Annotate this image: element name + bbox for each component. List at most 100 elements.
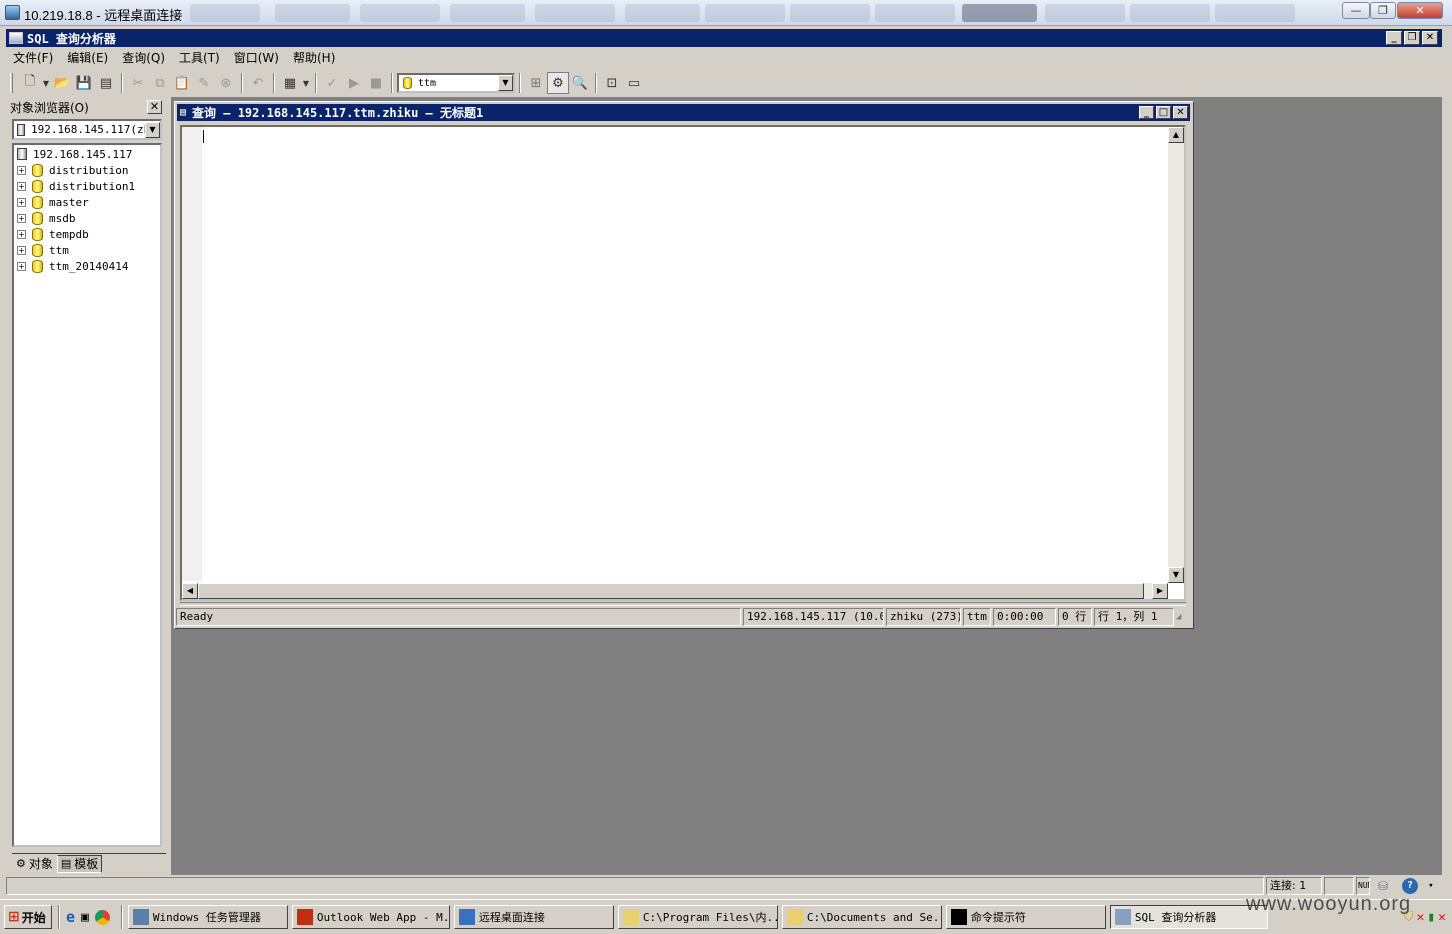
task-label: Windows 任务管理器 (152, 911, 261, 924)
find-binoculars-icon[interactable]: ⊗ (215, 72, 237, 94)
chevron-down-icon[interactable]: ▼ (498, 75, 513, 91)
chevron-down-icon[interactable]: ▼ (41, 72, 51, 94)
expand-plus-icon[interactable]: + (17, 229, 26, 239)
tree-node-label: 192.168.145.117 (33, 147, 133, 161)
expand-plus-icon[interactable]: + (17, 165, 26, 175)
undo-icon[interactable]: ↶ (247, 72, 269, 94)
object-browser-toggle-icon[interactable]: ⚙ (547, 72, 569, 94)
tree-node-database[interactable]: + distribution (17, 162, 160, 178)
database-select[interactable]: ttm ▼ (397, 73, 515, 93)
horizontal-scrollbar[interactable]: ◀ ▶ (182, 583, 1168, 599)
tree-node-database[interactable]: + distribution1 (17, 178, 160, 194)
blurred-tab-bar (875, 4, 955, 22)
save-icon[interactable]: 💾 (73, 72, 95, 94)
task-item[interactable]: Windows 任务管理器 (127, 905, 288, 929)
network-error-icon[interactable]: ✕ (1438, 910, 1446, 925)
expand-plus-icon[interactable]: + (17, 261, 26, 271)
query-editor[interactable]: ▲ ▼ ◀ ▶ (180, 125, 1186, 601)
menu-query[interactable]: 查询(Q) (115, 48, 172, 68)
templates-tab-icon: ▤ (60, 857, 72, 870)
scroll-right-icon[interactable]: ▶ (1152, 583, 1168, 599)
pane-splitter[interactable] (180, 602, 1186, 606)
server-icon (17, 148, 27, 160)
clear-window-icon[interactable]: ✎ (193, 72, 215, 94)
parse-check-icon[interactable]: ✓ (321, 72, 343, 94)
object-search-icon[interactable]: 🔍 (569, 72, 591, 94)
query-window-icon: ▤ (180, 107, 187, 118)
vertical-scrollbar[interactable]: ▲ ▼ (1168, 127, 1184, 583)
chevron-down-icon[interactable]: ▾ (1428, 881, 1433, 891)
query-minimize-button[interactable]: _ (1139, 106, 1154, 119)
scroll-down-icon[interactable]: ▼ (1168, 567, 1184, 583)
help-icon[interactable]: ? (1402, 878, 1419, 894)
rdp-minimize-button[interactable]: — (1342, 2, 1370, 19)
app-minimize-button[interactable]: _ (1386, 31, 1402, 45)
current-connection-properties-icon[interactable]: ⊡ (601, 72, 623, 94)
database-icon (32, 227, 43, 241)
menu-file[interactable]: 文件(F) (6, 48, 60, 68)
status-user: zhiku (273) (886, 608, 961, 626)
show-results-pane-icon[interactable]: ▭ (623, 72, 645, 94)
open-folder-icon[interactable]: 📂 (51, 72, 73, 94)
menu-tools[interactable]: 工具(T) (172, 48, 227, 68)
chevron-down-icon[interactable]: ▼ (301, 72, 311, 94)
task-item[interactable]: C:\Program Files\内... (617, 905, 778, 929)
rdp-restore-button[interactable]: ❐ (1370, 2, 1396, 19)
tree-node-server[interactable]: 192.168.145.117 (17, 146, 160, 162)
start-button[interactable]: ⊞ 开始 (4, 905, 52, 929)
menu-window[interactable]: 窗口(W) (227, 48, 286, 68)
menu-edit[interactable]: 编辑(E) (60, 48, 115, 68)
task-item-active[interactable]: SQL 查询分析器 (1109, 905, 1268, 929)
tab-objects[interactable]: ⚙ 对象 (12, 854, 57, 873)
network-icon[interactable]: ▮ (1427, 910, 1435, 925)
object-browser-close-icon[interactable]: ✕ (147, 100, 162, 114)
status-state: Ready (176, 608, 741, 626)
scroll-left-icon[interactable]: ◀ (182, 583, 198, 599)
chrome-icon[interactable] (94, 909, 110, 925)
scroll-thumb[interactable] (198, 583, 1144, 599)
new-query-icon[interactable]: 🗋 (19, 72, 41, 94)
show-desktop-icon[interactable]: ▣ (81, 910, 89, 925)
tree-node-database[interactable]: + msdb (17, 210, 160, 226)
menu-help[interactable]: 帮助(H) (286, 48, 342, 68)
expand-plus-icon[interactable]: + (17, 197, 26, 207)
task-item[interactable]: 命令提示符 (945, 905, 1106, 929)
tree-node-database[interactable]: + tempdb (17, 226, 160, 242)
blurred-tab-bar (705, 4, 785, 22)
copy-icon[interactable]: ⧉ (149, 72, 171, 94)
server-select[interactable]: 192.168.145.117(zhi ▼ (12, 119, 162, 140)
stop-icon[interactable]: ■ (365, 72, 387, 94)
scroll-up-icon[interactable]: ▲ (1168, 127, 1184, 143)
tab-templates[interactable]: ▤ 模板 (56, 854, 103, 873)
query-close-button[interactable]: ✕ (1173, 106, 1188, 119)
paste-icon[interactable]: 📋 (171, 72, 193, 94)
toolbar-separator (121, 73, 123, 93)
query-maximize-button[interactable]: □ (1156, 106, 1171, 119)
tree-node-database[interactable]: + master (17, 194, 160, 210)
expand-plus-icon[interactable]: + (17, 213, 26, 223)
execution-plan-icon[interactable]: ⊞ (525, 72, 547, 94)
task-item[interactable]: C:\Documents and Se... (781, 905, 942, 929)
rdp-close-button[interactable]: ✕ (1397, 2, 1443, 19)
sql-server-service-icon[interactable]: ⛁ (1378, 879, 1388, 893)
chevron-down-icon[interactable]: ▼ (145, 121, 160, 138)
execute-play-icon[interactable]: ▶ (343, 72, 365, 94)
tree-node-database[interactable]: + ttm_20140414 (17, 258, 160, 274)
app-close-button[interactable]: ✕ (1422, 31, 1438, 45)
network-error-icon[interactable]: ✕ (1417, 910, 1425, 925)
expand-plus-icon[interactable]: + (17, 181, 26, 191)
blurred-tab-bar (625, 4, 700, 22)
insert-template-icon[interactable]: ▤ (95, 72, 117, 94)
expand-plus-icon[interactable]: + (17, 245, 26, 255)
objects-tab-icon: ⚙ (16, 857, 26, 870)
task-item[interactable]: Outlook Web App - M... (291, 905, 450, 929)
tree-node-database[interactable]: + ttm (17, 242, 160, 258)
blurred-tab-bar (275, 4, 350, 22)
task-item[interactable]: 远程桌面连接 (453, 905, 614, 929)
internet-explorer-icon[interactable]: e (66, 908, 75, 926)
object-tree[interactable]: 192.168.145.117 + distribution + distribut… (12, 143, 162, 847)
cut-icon[interactable]: ✂ (127, 72, 149, 94)
app-restore-button[interactable]: ❐ (1404, 31, 1420, 45)
resize-grip-icon[interactable]: ◢ (1176, 609, 1188, 625)
results-grid-icon[interactable]: ▦ (279, 72, 301, 94)
